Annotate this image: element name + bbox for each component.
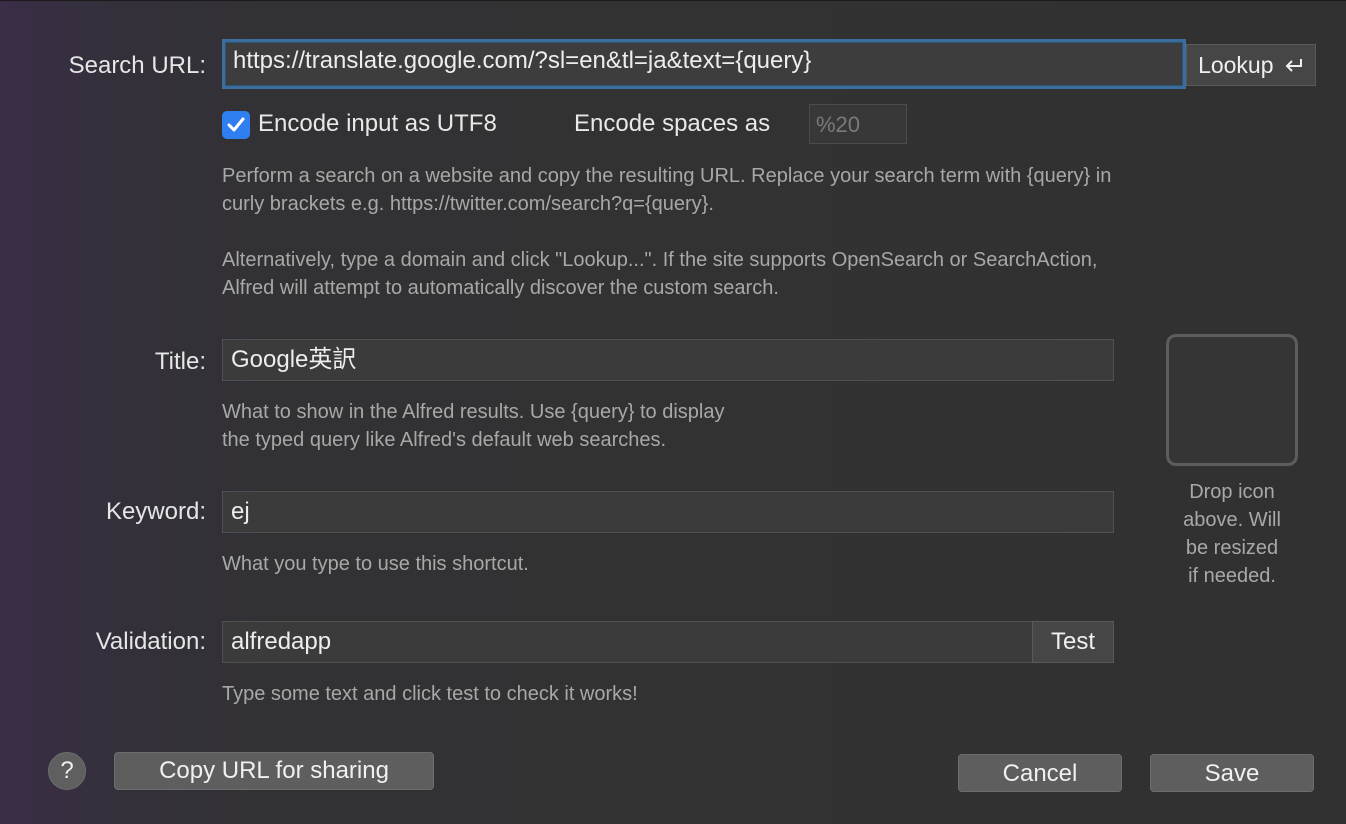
- title-label: Title:: [154, 348, 206, 375]
- icon-drop-help-line-3: be resized: [1185, 537, 1279, 559]
- copy-url-button[interactable]: Copy URL for sharing: [114, 752, 434, 790]
- validation-label: Validation:: [95, 628, 206, 655]
- keyword-input[interactable]: ej: [222, 491, 1114, 533]
- encode-utf8-label[interactable]: Encode input as UTF8: [258, 110, 497, 138]
- icon-drop-help: Drop icon above. Will be resized if need…: [1160, 478, 1304, 590]
- icon-drop-help-line-1: Drop icon: [1189, 481, 1275, 503]
- window-top-border: [0, 0, 1346, 1]
- search-help-line-3: Alternatively, type a domain and click "…: [222, 249, 1098, 271]
- icon-drop-well[interactable]: [1166, 334, 1298, 466]
- keyword-label: Keyword:: [105, 498, 206, 525]
- title-help-line-2: the typed query like Alfred's default we…: [222, 429, 667, 451]
- encode-spaces-input[interactable]: %20: [809, 104, 907, 144]
- search-url-label: Search URL:: [68, 52, 206, 79]
- title-help-line-1: What to show in the Alfred results. Use …: [222, 401, 725, 423]
- help-button[interactable]: ?: [48, 752, 86, 790]
- search-help-line-4: Alfred will attempt to automatically dis…: [222, 277, 779, 299]
- search-url-input[interactable]: https://translate.google.com/?sl=en&tl=j…: [222, 39, 1186, 89]
- search-help-line-2: curly brackets e.g. https://twitter.com/…: [222, 193, 714, 215]
- title-input[interactable]: Google英訳: [222, 339, 1114, 381]
- validation-help: Type some text and click test to check i…: [222, 683, 638, 705]
- cancel-button[interactable]: Cancel: [958, 754, 1122, 792]
- lookup-button-label: Lookup: [1198, 52, 1274, 78]
- checkmark-icon: [227, 117, 245, 132]
- test-button[interactable]: Test: [1032, 621, 1114, 663]
- icon-drop-help-line-2: above. Will: [1183, 509, 1281, 531]
- encode-utf8-checkbox[interactable]: [222, 111, 250, 139]
- encode-spaces-label: Encode spaces as: [574, 110, 771, 137]
- search-help-line-1: Perform a search on a website and copy t…: [222, 165, 1112, 187]
- keyword-help: What you type to use this shortcut.: [222, 553, 529, 575]
- save-button[interactable]: Save: [1150, 754, 1314, 792]
- return-arrow-icon: [1284, 47, 1304, 87]
- lookup-button[interactable]: Lookup: [1186, 44, 1316, 86]
- validation-input[interactable]: alfredapp: [222, 621, 1034, 663]
- icon-drop-help-line-4: if needed.: [1188, 565, 1276, 587]
